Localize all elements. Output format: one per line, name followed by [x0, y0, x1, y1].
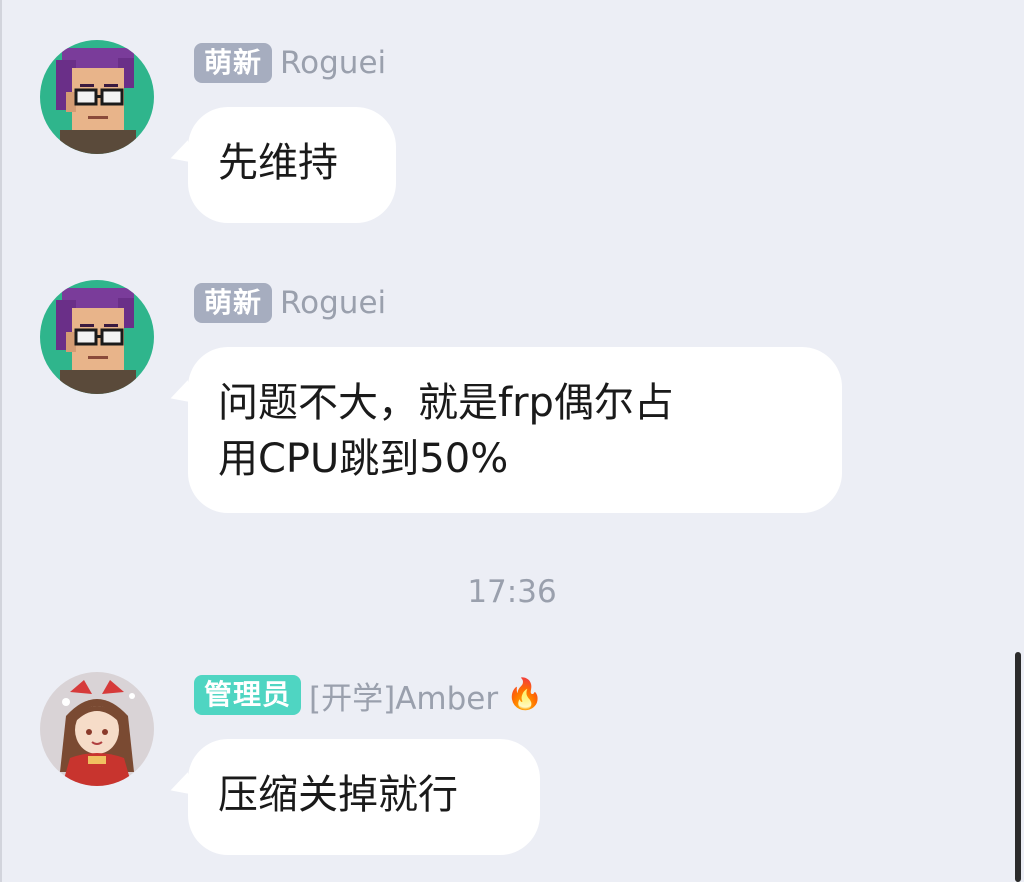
role-badge: 萌新: [194, 43, 273, 83]
message-bubble-wrap: 压缩关掉就行: [166, 739, 540, 855]
pixel-man-avatar-icon: [40, 280, 154, 394]
avatar[interactable]: [40, 40, 154, 154]
avatar[interactable]: [40, 672, 154, 786]
message-text: 压缩关掉就行: [218, 772, 458, 818]
sender-name[interactable]: [开学]Amber: [309, 673, 498, 718]
message-bubble[interactable]: 压缩关掉就行: [188, 739, 540, 855]
role-badge: 管理员: [194, 675, 302, 715]
pixel-man-avatar-icon: [40, 40, 154, 154]
message-bubble[interactable]: 问题不大，就是frp偶尔占 用CPU跳到50%: [188, 347, 842, 513]
sender-line: 萌新 Roguei: [194, 42, 386, 84]
scrollbar[interactable]: [1015, 652, 1021, 882]
sender-line: 萌新 Roguei: [194, 282, 386, 324]
message-text-line: 用CPU跳到50%: [218, 436, 509, 482]
sender-line: 管理员 [开学]Amber 🔥: [194, 673, 544, 718]
anime-girl-avatar-icon: [40, 672, 154, 786]
timestamp: 17:36: [467, 574, 557, 610]
sender-name[interactable]: Roguei: [280, 285, 386, 321]
role-badge: 萌新: [194, 283, 273, 323]
message-text: 先维持: [218, 140, 338, 186]
message-bubble[interactable]: 先维持: [188, 107, 396, 223]
message-bubble-wrap: 问题不大，就是frp偶尔占 用CPU跳到50%: [166, 347, 842, 513]
message-bubble-wrap: 先维持: [166, 107, 396, 223]
avatar[interactable]: [40, 280, 154, 394]
message-text-line: 问题不大，就是frp偶尔占: [218, 380, 674, 426]
window-edge: [0, 0, 2, 882]
fire-icon: 🔥: [506, 677, 544, 712]
sender-name[interactable]: Roguei: [280, 45, 386, 81]
